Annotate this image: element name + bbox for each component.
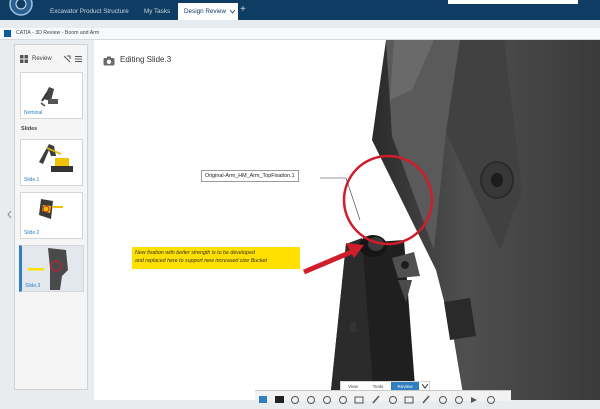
nominal-label: Nominal [24,110,43,116]
grid-view-icon[interactable] [20,55,28,63]
window-title: CATIA - 3D Review - Boom and Arm [16,30,100,36]
record-icon[interactable] [487,396,495,404]
compare-icon[interactable] [404,396,414,404]
3d-viewport[interactable]: Editing Slide.3 Original-Arm_HM_Arm_TopF… [94,40,600,400]
section-icon[interactable] [307,396,315,404]
arm-model-render [303,40,600,400]
tab-excavator-product-structure[interactable]: Excavator Product Structure [44,3,135,20]
camera-icon[interactable] [389,396,397,404]
clash-icon[interactable] [455,396,463,404]
editing-slide-label: Editing Slide.3 [120,55,172,64]
slide-label: Slide.1 [24,177,40,183]
slide-label: Slide.2 [24,230,40,236]
slides-heading: Slides [21,126,38,132]
chevron-down-icon[interactable] [422,384,428,389]
slides-panel: Review Nominal Slides Slide.1 Slide.2 Sl… [14,44,88,390]
panel-header: Review [15,45,87,71]
rotate-icon[interactable] [291,396,299,404]
review-note-line1: New fixation with better strength is to … [135,250,255,256]
review-action-bar [255,390,511,404]
tab-design-review[interactable]: Design Review [178,3,238,20]
compass-icon[interactable] [6,0,36,18]
search-input[interactable] [448,0,578,4]
menu-icon[interactable] [75,56,82,62]
annotation-icon[interactable] [339,396,347,404]
camera-icon [103,56,115,66]
review-note-line2: and replaced here to support new increas… [135,258,267,264]
tab-design-review-label: Design Review [184,8,226,15]
app-topbar: Excavator Product Structure My Tasks Des… [0,0,600,20]
add-tab-button[interactable]: + [240,3,246,17]
slide-thumbnail[interactable]: Slide.2 [20,192,83,239]
slide-thumbnail-selected[interactable]: Slide.3 [19,245,84,292]
catia-logo-icon [4,30,11,37]
panel-header-label: Review [32,56,52,62]
slide-thumbnail[interactable]: Slide.1 [20,139,83,186]
window-titlebar: CATIA - 3D Review - Boom and Arm [0,28,600,40]
toolbar-icons [259,395,495,404]
play-icon[interactable] [471,397,477,403]
slide-settings-icon[interactable] [63,55,71,63]
part-callout-label[interactable]: Original-Arm_HM_Arm_TopFixation.1 [201,170,299,182]
collapse-panel-icon[interactable] [7,211,12,218]
highlight-icon[interactable] [439,396,447,404]
markup-icon[interactable] [354,396,364,404]
review-note[interactable]: New fixation with better strength is to … [132,247,300,269]
nominal-thumbnail[interactable]: Nominal [20,72,83,119]
slide-label: Slide.3 [25,283,41,289]
chevron-down-icon[interactable] [230,10,235,14]
tab-my-tasks[interactable]: My Tasks [138,3,176,20]
measure-icon[interactable] [323,396,331,404]
